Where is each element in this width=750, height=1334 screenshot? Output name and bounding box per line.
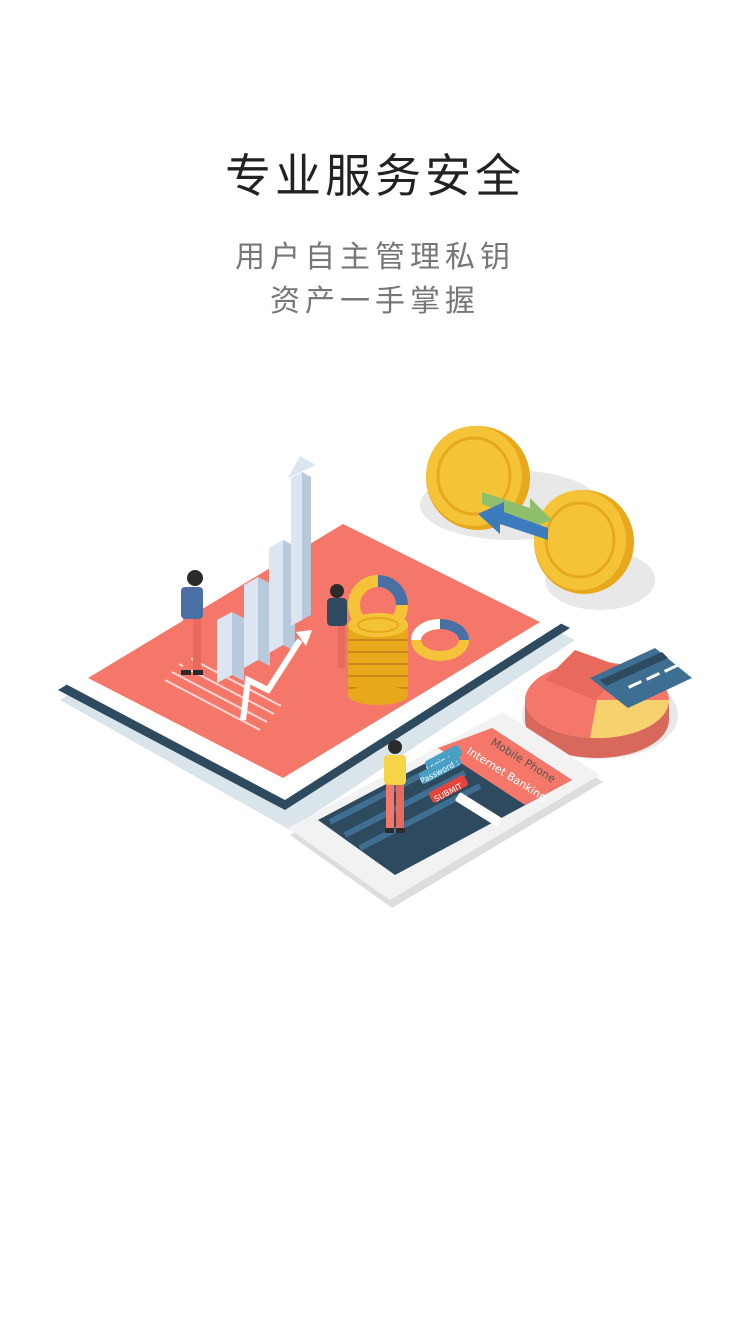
page-title: 专业服务安全 xyxy=(225,149,525,203)
coin-stack xyxy=(348,613,408,705)
subtitle-line-2: 资产一手掌握 xyxy=(270,284,480,319)
onboarding-illustration: Mobile Phone Internet Banking Login : Pa… xyxy=(58,426,692,908)
subtitle-line-1: 用户自主管理私钥 xyxy=(235,240,515,275)
